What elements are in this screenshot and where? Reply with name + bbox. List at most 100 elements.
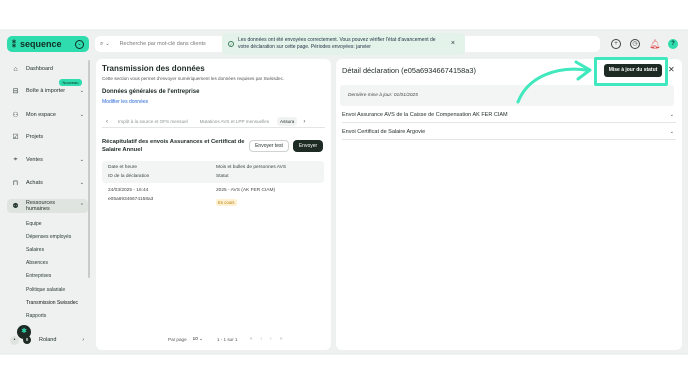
chevron-down-icon: ⌄ bbox=[199, 336, 203, 341]
sidebar-item-hr[interactable]: ⚉ Ressources humaines ⌃ bbox=[7, 199, 88, 213]
sidebar-item-label: Mon espace bbox=[26, 112, 56, 118]
detail-title: Détail déclaration (e05a69346674158a3) bbox=[342, 66, 476, 75]
user-menu[interactable]: • 8 Roland › bbox=[10, 333, 88, 347]
person-icon: ⚇ bbox=[12, 112, 19, 119]
close-icon[interactable]: ✕ bbox=[668, 65, 675, 74]
page-title: Transmission des données bbox=[102, 64, 205, 73]
subitem-team[interactable]: Equipe bbox=[26, 221, 42, 227]
clock-icon[interactable]: ◷ bbox=[630, 39, 640, 49]
sidebar-item-projects[interactable]: ☑ Projets bbox=[7, 130, 88, 144]
sidebar-item-dashboard[interactable]: ⌂ Dashboard bbox=[7, 62, 88, 76]
sidebar-item-label: Ventes bbox=[26, 157, 43, 163]
send-test-button[interactable]: Envoyer test bbox=[249, 140, 289, 152]
accordion-label: Envoi Certificat de Salaire Argovie bbox=[342, 128, 426, 135]
close-icon[interactable]: × bbox=[451, 40, 455, 47]
cell-date: 24/03/2025 - 16:44 bbox=[108, 188, 149, 193]
subitem-salaries[interactable]: Salaires bbox=[26, 247, 44, 253]
subitem-swissdec[interactable]: Transmission Swissdec bbox=[26, 300, 78, 306]
edit-company-link[interactable]: Modifier les données bbox=[102, 99, 148, 105]
sidebar-item-label: Dashboard bbox=[26, 66, 53, 72]
subitem-salary-policy[interactable]: Politique salariale bbox=[26, 287, 65, 293]
new-badge: Nouveau bbox=[59, 79, 82, 86]
add-icon[interactable]: + bbox=[611, 39, 621, 49]
send-button[interactable]: Envoyer bbox=[293, 140, 323, 152]
update-status-button[interactable]: Mise à jour du statut bbox=[604, 64, 662, 77]
pagination: Par page 10 ⌄ 1 - 1 sur 1 «‹›» bbox=[168, 336, 291, 342]
user-name: Roland bbox=[39, 337, 57, 343]
column-header: Mois et bulles de personnes AVS bbox=[216, 165, 287, 170]
sidebar-item-label: Projets bbox=[26, 134, 44, 140]
subitem-reports[interactable]: Rapports bbox=[26, 313, 46, 319]
tab-avs-mutations[interactable]: Mutations AVS et LPP mensuelles bbox=[200, 119, 269, 124]
home-icon: ⌂ bbox=[13, 65, 18, 73]
chevron-down-icon: ⌄ bbox=[79, 112, 84, 118]
search-icon: ⌕ bbox=[100, 40, 104, 47]
chevron-left-icon[interactable]: ‹ bbox=[102, 119, 112, 125]
sidebar-item-purchases[interactable]: ⊓ Achats ⌄ bbox=[7, 176, 88, 190]
inbox-icon: ⊟ bbox=[12, 88, 19, 95]
table-header: Date et heure Mois et bulles de personne… bbox=[102, 161, 324, 183]
success-toast: ✓ Les données ont été envoyées correctem… bbox=[222, 33, 465, 55]
last-update: Dernière mise à jour: 01/01/2025 bbox=[340, 85, 674, 106]
sidebar-item-label: Achats bbox=[26, 180, 43, 186]
tab-source-tax[interactable]: Impôt à la source et OFS mensuel bbox=[118, 119, 188, 124]
page-range: 1 - 1 sur 1 bbox=[216, 336, 238, 342]
cell-period: 2025 - AVS (AK FER CIAM) bbox=[216, 188, 276, 193]
brand-mark-icon: ⁑ bbox=[12, 39, 16, 49]
sidebar-item-import[interactable]: ⊟ Boîte à importer ⌄ bbox=[7, 84, 88, 98]
page-description: Cette section vous permet d'envoyer numé… bbox=[102, 76, 285, 81]
chevron-down-icon: ⌄ bbox=[79, 88, 84, 94]
page-nav-icons[interactable]: «‹›» bbox=[250, 336, 291, 342]
tag-icon: ⌖ bbox=[13, 156, 18, 163]
column-header: Date et heure bbox=[108, 165, 138, 170]
chevron-right-icon: › bbox=[82, 337, 84, 343]
chevron-down-icon: ⌄ bbox=[79, 157, 84, 163]
per-page-label: Par page bbox=[168, 336, 187, 342]
brand-name: sequence bbox=[20, 39, 62, 49]
tab-bar: ‹ Impôt à la source et OFS mensuel Mutat… bbox=[102, 116, 325, 128]
chevron-down-icon: ⌄ bbox=[669, 128, 674, 135]
help-icon[interactable]: ? bbox=[668, 39, 678, 49]
section-title: Données générales de l'entreprise bbox=[102, 89, 200, 95]
column-header: Statut bbox=[216, 174, 229, 179]
subitem-absences[interactable]: Absences bbox=[26, 260, 48, 266]
people-icon: ⚉ bbox=[12, 203, 19, 210]
table-row[interactable]: 24/03/2025 - 16:44 2025 - AVS (AK FER CI… bbox=[102, 183, 324, 207]
sidebar-item-label: Ressources humaines bbox=[25, 200, 55, 212]
chevron-down-icon[interactable]: ⌄ bbox=[105, 41, 109, 47]
notification-count: 8 bbox=[23, 336, 31, 344]
check-square-icon: ☑ bbox=[12, 134, 19, 141]
avatar: • bbox=[10, 335, 19, 345]
sidebar-item-my-space[interactable]: ⚇ Mon espace ⌄ bbox=[7, 108, 88, 122]
sidebar-item-label: Boîte à importer bbox=[26, 88, 66, 94]
toast-message: Les données ont été envoyées correctemen… bbox=[238, 37, 436, 50]
highlight-arrow bbox=[516, 60, 592, 104]
subitem-expenses[interactable]: Dépenses employés bbox=[26, 234, 71, 240]
chevron-down-icon: ⌄ bbox=[669, 111, 674, 118]
check-circle-icon: ✓ bbox=[228, 41, 234, 47]
sidebar-item-sales[interactable]: ⌖ Ventes ⌄ bbox=[7, 153, 88, 167]
brand-logo[interactable]: ⁑ sequence ⌄ bbox=[7, 36, 89, 52]
bell-icon[interactable]: 🔔︎ bbox=[649, 39, 660, 49]
chevron-down-icon: ⌄ bbox=[79, 180, 84, 186]
tab-insurance[interactable]: Assura bbox=[277, 117, 298, 126]
search-input[interactable]: Recherche par mot-clé dans clients bbox=[120, 41, 206, 47]
chevron-down-icon[interactable]: ⌄ bbox=[75, 39, 84, 49]
cell-id: e05a69346674158a3 bbox=[108, 197, 154, 202]
column-header: ID de la déclaration bbox=[108, 174, 150, 179]
main-panel: Transmission des données Cette section v… bbox=[96, 59, 331, 350]
subitem-companies[interactable]: Entreprises bbox=[26, 273, 51, 279]
sidebar-scrollbar[interactable] bbox=[88, 60, 90, 278]
detail-panel: Détail déclaration (e05a69346674158a3) D… bbox=[336, 59, 682, 350]
summary-title: Récapitulatif des envois Assurances et C… bbox=[102, 139, 245, 153]
bag-icon: ⊓ bbox=[12, 180, 19, 187]
accordion-avs[interactable]: Envoi Assurance AVS de la Caisse de Comp… bbox=[342, 107, 676, 123]
declarations-table: Date et heure Mois et bulles de personne… bbox=[102, 161, 324, 207]
accordion-label: Envoi Assurance AVS de la Caisse de Comp… bbox=[342, 111, 508, 118]
sidebar: ⌂ Dashboard ⊟ Boîte à importer ⌄ ⚇ Mon e… bbox=[7, 59, 88, 350]
top-actions: + ◷ 🔔︎ ? bbox=[611, 39, 678, 49]
per-page-value: 10 bbox=[192, 336, 198, 341]
accordion-certificate[interactable]: Envoi Certificat de Salaire Argovie ⌄ bbox=[342, 124, 676, 140]
per-page-select[interactable]: 10 ⌄ bbox=[193, 336, 203, 342]
chevron-right-icon[interactable]: › bbox=[299, 119, 309, 125]
